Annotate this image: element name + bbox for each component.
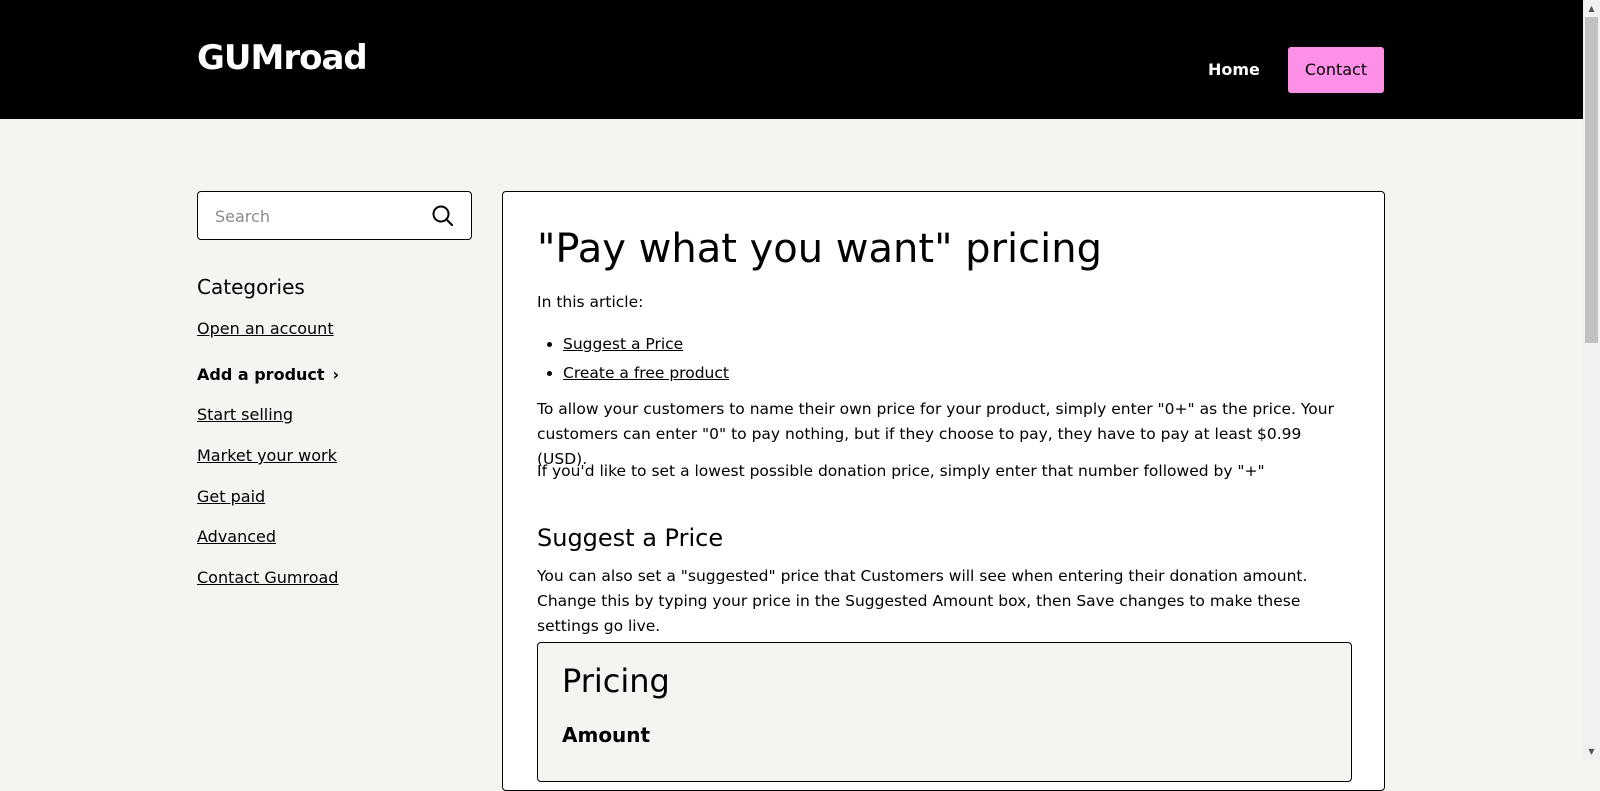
category-link-start-selling[interactable]: Start selling bbox=[197, 404, 293, 426]
category-link-open-account[interactable]: Open an account bbox=[197, 318, 334, 340]
search-box[interactable] bbox=[197, 191, 472, 240]
category-link-advanced[interactable]: Advanced bbox=[197, 526, 276, 548]
category-link-market-your-work[interactable]: Market your work bbox=[197, 445, 337, 467]
scroll-up-arrow-icon[interactable]: ▲ bbox=[1583, 0, 1600, 17]
search-icon[interactable] bbox=[430, 203, 456, 229]
article-intro: In this article: bbox=[537, 293, 644, 311]
top-header: GUMroad Home Contact bbox=[0, 0, 1583, 119]
section-heading-suggest-price: Suggest a Price bbox=[537, 524, 724, 552]
nav-home-link[interactable]: Home bbox=[1208, 58, 1260, 82]
category-label: Add a product bbox=[197, 365, 325, 384]
categories-title: Categories bbox=[197, 275, 305, 299]
pricing-example-subtitle: Amount bbox=[562, 723, 651, 747]
scrollbar[interactable]: ▲ ▼ bbox=[1583, 0, 1600, 760]
contact-button[interactable]: Contact bbox=[1287, 46, 1385, 94]
pricing-example-title: Pricing bbox=[562, 662, 670, 700]
article-toc: Suggest a Price Create a free product bbox=[537, 330, 729, 388]
article-card: "Pay what you want" pricing In this arti… bbox=[502, 191, 1385, 791]
gumroad-logo[interactable]: GUMroad bbox=[197, 38, 368, 78]
article-paragraph: You can also set a "suggested" price tha… bbox=[537, 567, 1308, 635]
category-link-contact-gumroad[interactable]: Contact Gumroad bbox=[197, 567, 338, 589]
toc-link-suggest-price[interactable]: Suggest a Price bbox=[563, 335, 683, 353]
toc-item: Suggest a Price bbox=[563, 330, 729, 359]
category-link-get-paid[interactable]: Get paid bbox=[197, 486, 265, 508]
toc-link-free-product[interactable]: Create a free product bbox=[563, 364, 729, 382]
article-paragraph: If you'd like to set a lowest possible d… bbox=[537, 462, 1265, 480]
category-current-add-product[interactable]: Add a product › bbox=[197, 364, 339, 386]
scroll-down-arrow-icon[interactable]: ▼ bbox=[1583, 743, 1600, 760]
article-title: "Pay what you want" pricing bbox=[537, 226, 1102, 272]
toc-item: Create a free product bbox=[563, 359, 729, 388]
chevron-right-icon: › bbox=[332, 365, 340, 384]
pricing-example-box: Pricing Amount bbox=[537, 642, 1352, 782]
scroll-thumb[interactable] bbox=[1585, 17, 1598, 343]
search-input[interactable] bbox=[213, 204, 413, 228]
